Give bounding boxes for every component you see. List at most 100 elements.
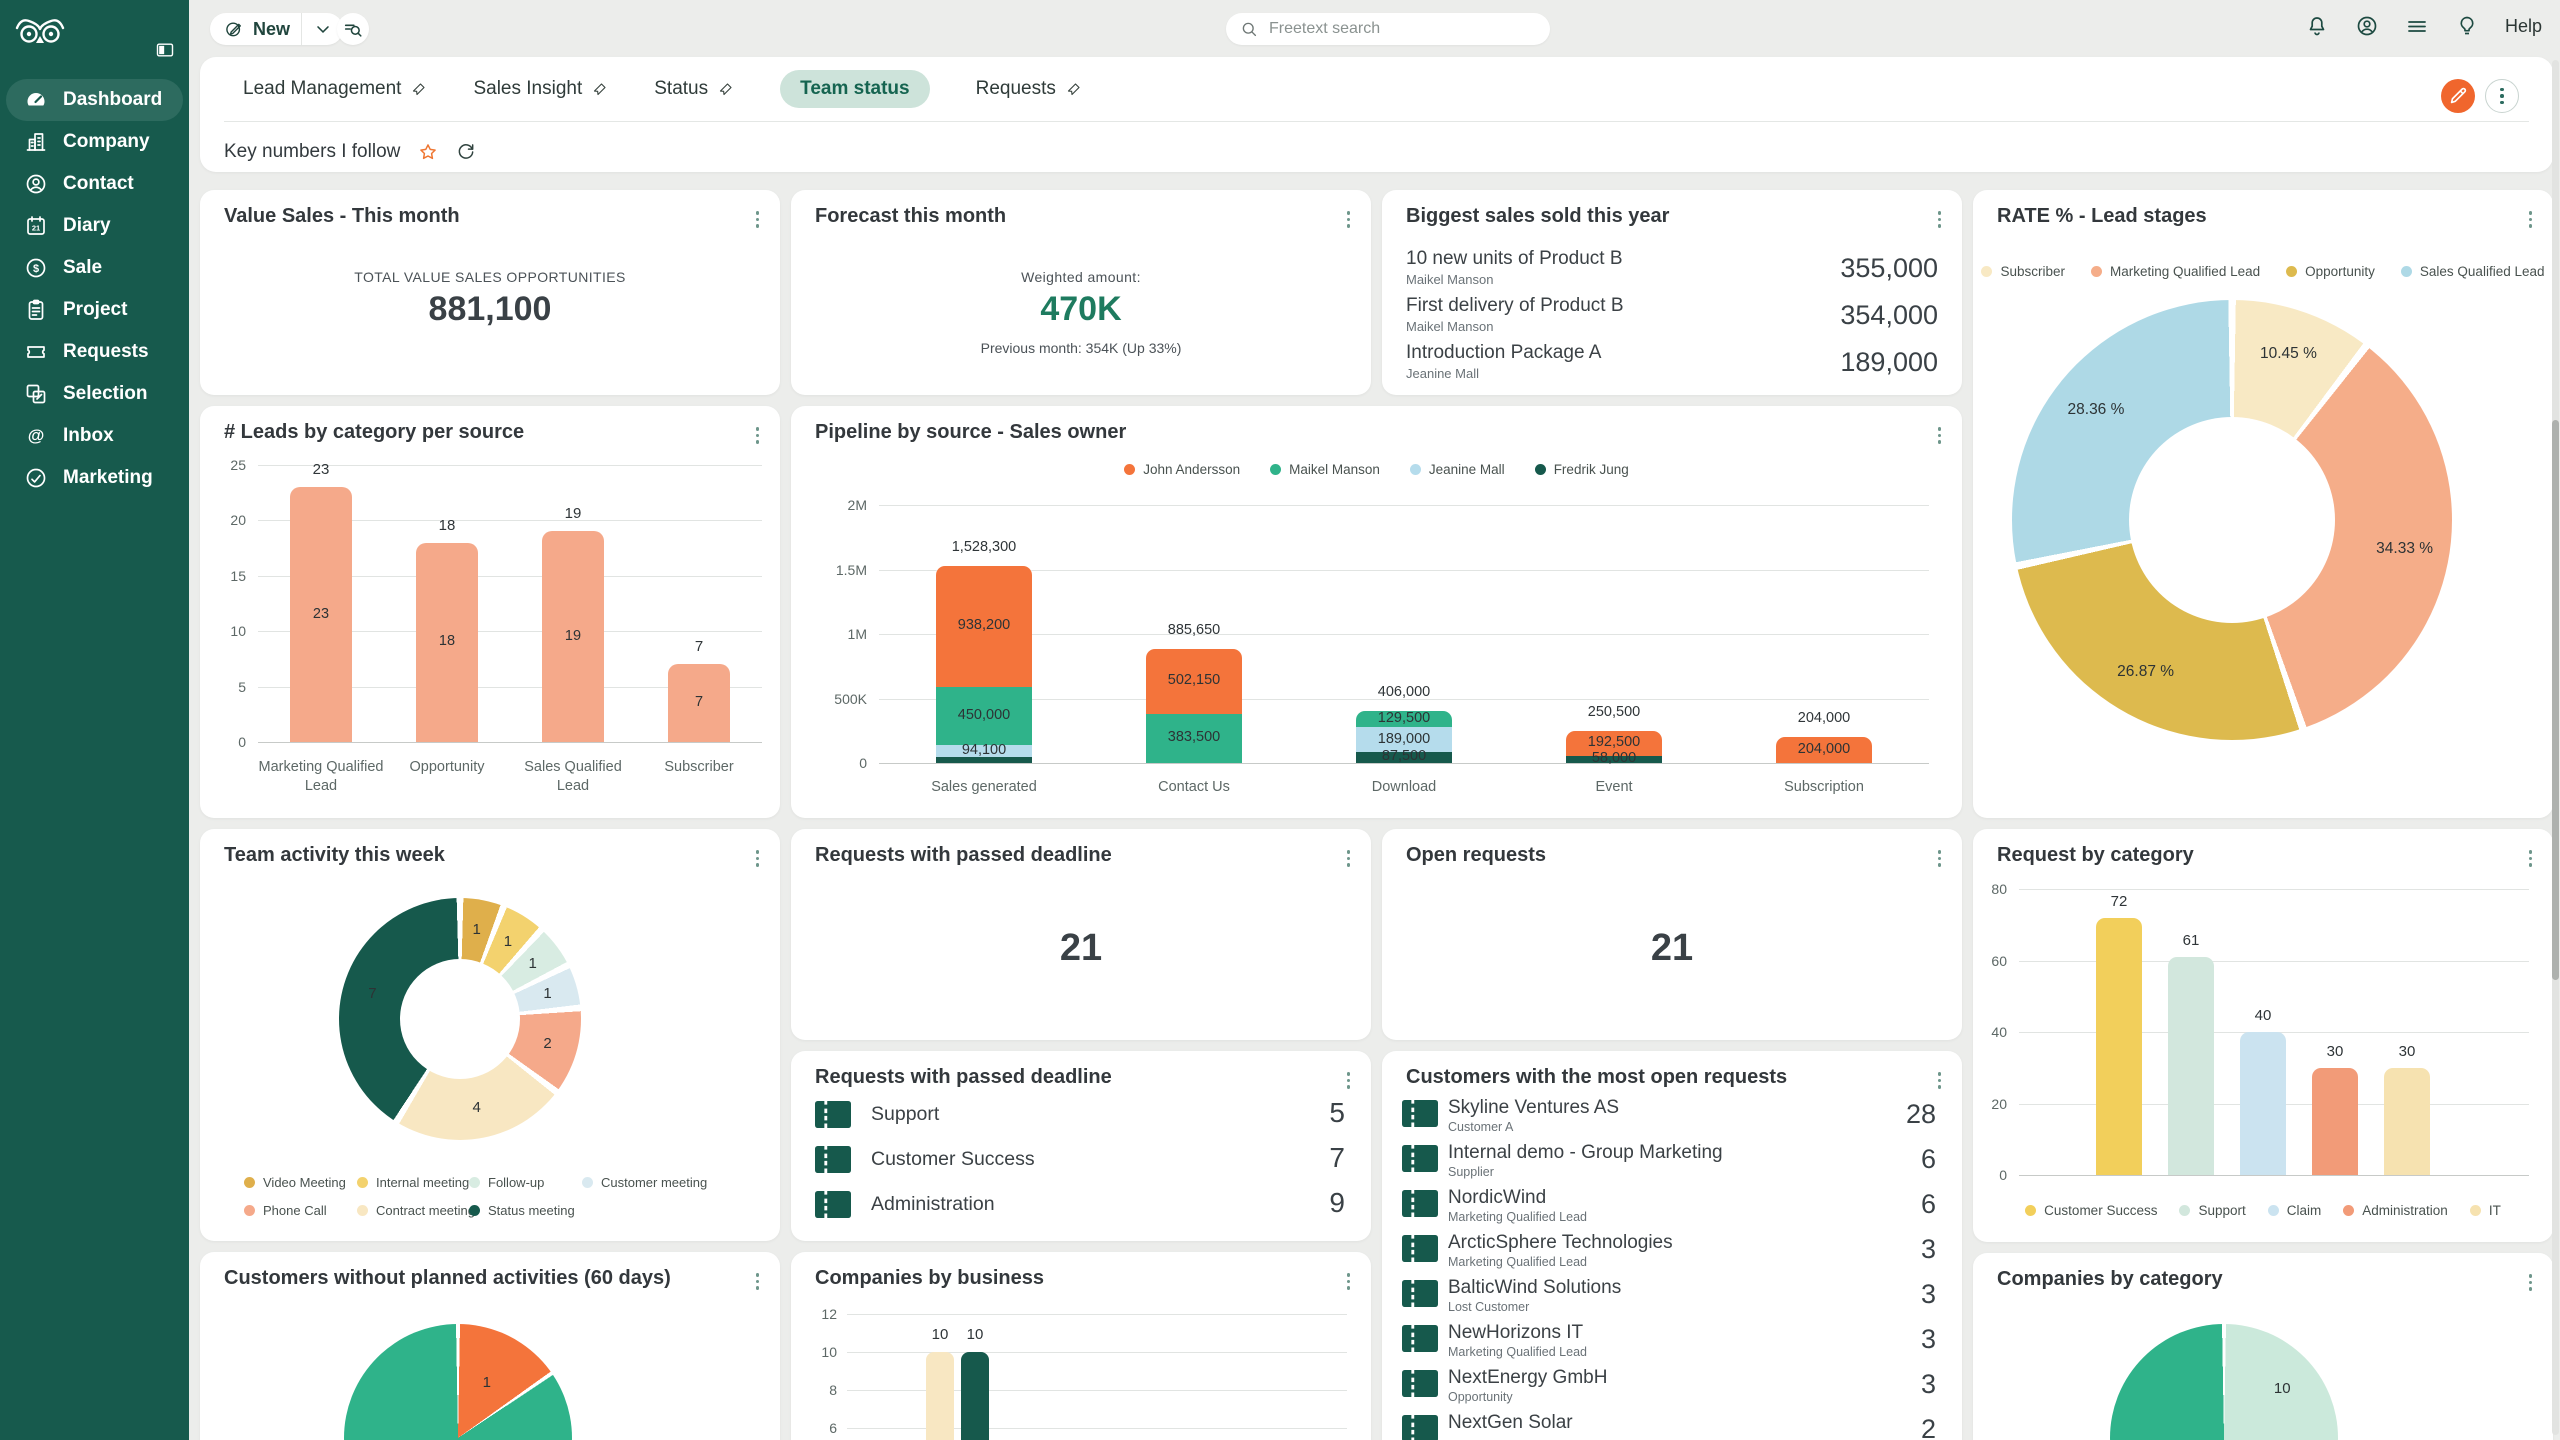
account-icon[interactable] xyxy=(2355,14,2379,38)
more-options-button[interactable] xyxy=(2485,79,2519,113)
customer-name[interactable]: NextGen Solar xyxy=(1448,1412,1573,1434)
card-leads-by-category: # Leads by category per source 051015202… xyxy=(200,406,780,818)
chevron-down-icon[interactable] xyxy=(313,19,333,39)
sidebar-item-requests[interactable]: Requests xyxy=(6,331,183,373)
segment-value-label: 189,000 xyxy=(1349,731,1459,747)
legend-label: Administration xyxy=(2362,1203,2448,1218)
open-request-count: 3 xyxy=(1921,1279,1936,1310)
sidebar-item-selection[interactable]: Selection xyxy=(6,373,183,415)
card-menu-icon[interactable] xyxy=(1935,1069,1945,1092)
sale-value: 189,000 xyxy=(1840,347,1938,378)
sidebar-item-project[interactable]: Project xyxy=(6,289,183,331)
legend-item: Jeanine Mall xyxy=(1410,462,1505,477)
card-menu-icon[interactable] xyxy=(1344,847,1354,870)
legend-dot xyxy=(2179,1205,2190,1216)
scrollbar[interactable] xyxy=(2552,60,2559,1435)
card-menu-icon[interactable] xyxy=(1344,1069,1354,1092)
scrollbar-thumb[interactable] xyxy=(2552,420,2559,980)
divider xyxy=(301,13,302,45)
sidebar-item-label: Contact xyxy=(63,173,134,195)
card-menu-icon[interactable] xyxy=(753,424,763,447)
card-menu-icon[interactable] xyxy=(753,847,763,870)
notifications-icon[interactable] xyxy=(2305,14,2329,38)
tab-sales-insight[interactable]: Sales Insight xyxy=(473,78,608,100)
legend-label: Subscriber xyxy=(2000,264,2065,279)
bar[interactable] xyxy=(961,1352,989,1440)
customer-name[interactable]: Internal demo - Group Marketing xyxy=(1448,1142,1723,1164)
customer-name[interactable]: Skyline Ventures AS xyxy=(1448,1097,1619,1119)
dot xyxy=(1347,1072,1351,1076)
total-label: 885,650 xyxy=(1139,622,1249,638)
dot xyxy=(2529,224,2533,228)
customer-name[interactable]: NewHorizons IT xyxy=(1448,1322,1583,1344)
card-forecast: Forecast this month Weighted amount: 470… xyxy=(791,190,1371,395)
bar-value-label: 23 xyxy=(266,461,376,478)
tab-requests[interactable]: Requests xyxy=(976,78,1082,100)
sale-list-item[interactable]: Introduction Package AJeanine Mall189,00… xyxy=(1406,342,1938,388)
customer-name[interactable]: ArcticSphere Technologies xyxy=(1448,1232,1673,1254)
open-request-count: 3 xyxy=(1921,1369,1936,1400)
dot xyxy=(1938,440,1942,444)
card-menu-icon[interactable] xyxy=(753,1270,763,1293)
request-category-label[interactable]: Customer Success xyxy=(871,1148,1035,1171)
category-label: Contact Us xyxy=(1094,778,1294,797)
legend-dot xyxy=(2401,266,2412,277)
customer-name[interactable]: BalticWind Solutions xyxy=(1448,1277,1621,1299)
tab-status[interactable]: Status xyxy=(654,78,734,100)
card-menu-icon[interactable] xyxy=(2526,1271,2536,1294)
sidebar-item-dashboard[interactable]: Dashboard xyxy=(6,79,183,121)
tab-team-status[interactable]: Team status xyxy=(780,70,929,108)
tips-icon[interactable] xyxy=(2455,14,2479,38)
sale-list-item[interactable]: First delivery of Product BMaikel Manson… xyxy=(1406,295,1938,341)
open-request-count: 3 xyxy=(1921,1324,1936,1355)
bar[interactable] xyxy=(2384,1068,2430,1175)
dot xyxy=(1347,1085,1351,1089)
refresh-icon[interactable] xyxy=(456,142,476,162)
customer-name[interactable]: NextEnergy GmbH xyxy=(1448,1367,1607,1389)
card-menu-icon[interactable] xyxy=(2526,208,2536,231)
sidebar-item-contact[interactable]: Contact xyxy=(6,163,183,205)
card-menu-icon[interactable] xyxy=(1344,208,1354,231)
slice-label: 1 xyxy=(437,1374,537,1391)
bar[interactable] xyxy=(2312,1068,2358,1175)
card-menu-icon[interactable] xyxy=(1935,208,1945,231)
find-button[interactable] xyxy=(337,13,369,45)
request-category-label[interactable]: Administration xyxy=(871,1193,995,1216)
menu-icon[interactable] xyxy=(2405,14,2429,38)
bar[interactable] xyxy=(926,1352,954,1440)
customer-name[interactable]: NordicWind xyxy=(1448,1187,1546,1209)
sidebar-item-marketing[interactable]: Marketing xyxy=(6,457,183,499)
sidebar-item-inbox[interactable]: @Inbox xyxy=(6,415,183,457)
card-menu-icon[interactable] xyxy=(1935,847,1945,870)
legend-label: Marketing Qualified Lead xyxy=(2110,264,2260,279)
request-category-label[interactable]: Support xyxy=(871,1103,939,1126)
edit-dashboard-button[interactable] xyxy=(2441,79,2475,113)
legend-item: Video Meeting xyxy=(244,1175,346,1190)
slice-label: 10 xyxy=(2232,1380,2332,1397)
gridline xyxy=(847,1428,1347,1429)
card-menu-icon[interactable] xyxy=(1344,1270,1354,1293)
request-ticket-icon xyxy=(1402,1145,1438,1172)
bar[interactable] xyxy=(2096,918,2142,1175)
favorite-star-icon[interactable] xyxy=(418,142,438,162)
card-title: Companies by category xyxy=(1997,1268,2223,1291)
sidebar-item-company[interactable]: Company xyxy=(6,121,183,163)
card-menu-icon[interactable] xyxy=(2526,847,2536,870)
request-count: 5 xyxy=(1329,1097,1345,1129)
tab-lead-management[interactable]: Lead Management xyxy=(243,78,427,100)
card-menu-icon[interactable] xyxy=(1935,424,1945,447)
sidebar-item-sale[interactable]: $Sale xyxy=(6,247,183,289)
svg-text:$: $ xyxy=(33,263,39,275)
search-bar[interactable] xyxy=(1226,13,1550,45)
help-link[interactable]: Help xyxy=(2505,16,2542,37)
sidebar-item-label: Requests xyxy=(63,341,149,363)
card-menu-icon[interactable] xyxy=(753,208,763,231)
search-input[interactable] xyxy=(1267,19,1501,39)
sidebar-collapse-icon[interactable] xyxy=(155,40,175,60)
legend-item: Opportunity xyxy=(2286,264,2375,279)
bar[interactable] xyxy=(2168,957,2214,1175)
sidebar-item-diary[interactable]: 21Diary xyxy=(6,205,183,247)
new-button[interactable]: New xyxy=(210,13,343,45)
sale-list-item[interactable]: 10 new units of Product BMaikel Manson35… xyxy=(1406,248,1938,294)
sidebar-item-label: Company xyxy=(63,131,150,153)
